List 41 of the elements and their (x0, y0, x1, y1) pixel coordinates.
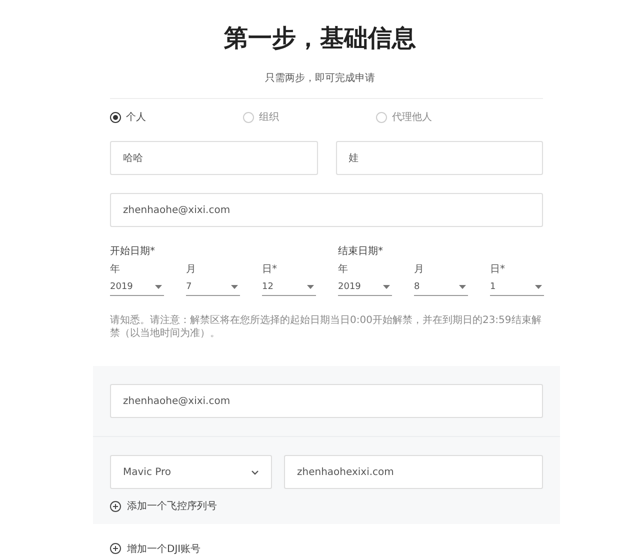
radio-label: 个人 (126, 111, 146, 124)
date-part-label: 日* (262, 263, 278, 277)
date-select[interactable]: 7 (186, 279, 240, 296)
radio-option[interactable]: 个人 (110, 110, 243, 124)
model-select[interactable]: Mavic Pro (110, 455, 272, 489)
date-part-label: 月 (186, 263, 197, 277)
date-part-label: 日* (490, 263, 506, 277)
date-part-label: 年 (338, 263, 349, 277)
add-device-link[interactable]: 添加一个飞控序列号 (110, 499, 217, 513)
date-select[interactable]: 2019 (338, 279, 392, 296)
plus-circle-icon (110, 500, 121, 512)
notice-text: 请知悉。请注意：解禁区将在您所选择的起始日期当日0:00开始解禁，并在到期日的23:59结束解禁（以当地时间为准）。 (110, 314, 542, 340)
plus-circle-icon (110, 543, 121, 554)
caret-icon (307, 285, 314, 289)
caret-icon (459, 285, 466, 289)
name-field[interactable]: 哈哈 (110, 141, 318, 175)
radio-label: 组织 (259, 111, 279, 124)
serial-field[interactable]: zhenhaohexixi.com (284, 455, 543, 489)
date-label: 开始日期* (110, 245, 156, 259)
date-label: 结束日期* (338, 245, 384, 259)
page-subtitle: 只需两步，即可完成申请 (264, 72, 376, 86)
date-select[interactable]: 2019 (110, 279, 164, 296)
date-select[interactable]: 8 (414, 279, 468, 296)
chevron-icon (251, 470, 259, 474)
page-title: 第一步，基础信息 (223, 23, 417, 54)
add-account-link[interactable]: 增加一个DJI账号 (110, 542, 201, 556)
email-field[interactable]: zhenhaohe@xixi.com (110, 384, 543, 418)
radio-icon[interactable] (110, 112, 121, 122)
name-field[interactable]: 娃 (336, 141, 543, 175)
radio-option[interactable]: 代理他人 (376, 110, 509, 124)
radio-option[interactable]: 组织 (243, 110, 376, 124)
date-part-label: 年 (110, 263, 121, 277)
date-select[interactable]: 1 (490, 279, 544, 296)
date-part-label: 月 (414, 263, 425, 277)
email-field[interactable]: zhenhaohe@xixi.com (110, 193, 543, 227)
caret-icon (383, 285, 390, 289)
radio-label: 代理他人 (392, 111, 432, 124)
date-select[interactable]: 12 (262, 279, 316, 296)
caret-icon (231, 285, 238, 289)
caret-icon (535, 285, 542, 289)
caret-icon (155, 285, 162, 289)
